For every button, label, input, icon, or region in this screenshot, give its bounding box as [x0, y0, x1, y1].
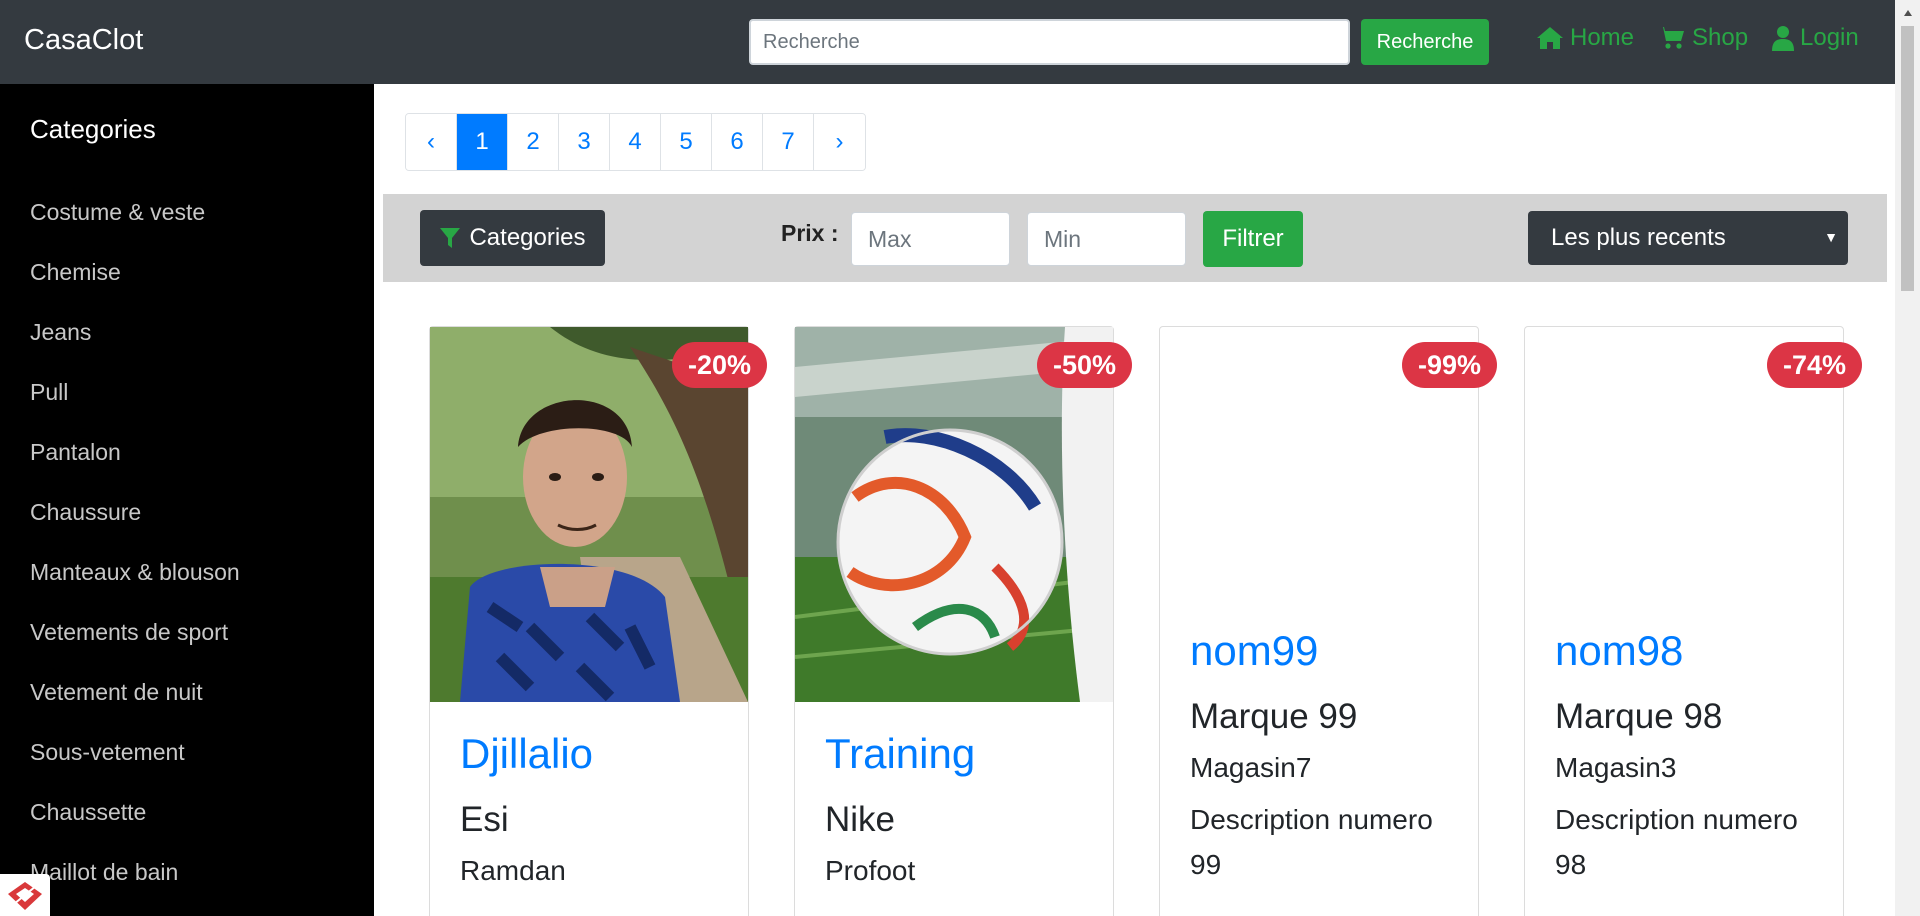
categories-filter-button[interactable]: Categories: [420, 210, 605, 266]
discount-badge: -50%: [1037, 342, 1133, 388]
nav-link-login[interactable]: Login: [1772, 24, 1859, 52]
product-brand: Nike: [825, 800, 896, 839]
search-input[interactable]: [749, 19, 1350, 65]
category-list: Costume & veste Chemise Jeans Pull Panta…: [30, 198, 240, 916]
sidebar-item-maillot-bain[interactable]: Maillot de bain: [30, 858, 240, 916]
filter-button[interactable]: Filtrer: [1203, 211, 1303, 267]
sidebar: Categories Costume & veste Chemise Jeans…: [0, 84, 374, 916]
discount-badge: -74%: [1767, 342, 1863, 388]
product-card[interactable]: -99% nom99 Marque 99 Magasin7 Descriptio…: [1159, 326, 1498, 916]
pagination-page-7[interactable]: 7: [763, 114, 814, 170]
product-card[interactable]: -50% Training Nike Profoot: [794, 326, 1133, 916]
pagination: ‹ 1 2 3 4 5 6 7 ›: [405, 113, 866, 171]
scroll-up-arrow-icon[interactable]: [1895, 0, 1920, 25]
pagination-page-2[interactable]: 2: [508, 114, 559, 170]
sidebar-item-chaussure[interactable]: Chaussure: [30, 498, 240, 558]
product-brand: Esi: [460, 800, 509, 839]
search-button[interactable]: Recherche: [1361, 19, 1489, 65]
pagination-page-1[interactable]: 1: [457, 114, 508, 170]
sidebar-title: Categories: [30, 114, 156, 144]
sidebar-item-sous-vetement[interactable]: Sous-vetement: [30, 738, 240, 798]
product-card[interactable]: -20% Djillalio Esi Ramdan: [429, 326, 768, 916]
scrollbar-thumb[interactable]: [1901, 26, 1914, 291]
sidebar-item-chaussette[interactable]: Chaussette: [30, 798, 240, 858]
product-card[interactable]: -74% nom98 Marque 98 Magasin3 Descriptio…: [1524, 326, 1863, 916]
sidebar-item-pantalon[interactable]: Pantalon: [30, 438, 240, 498]
nav-link-home-label: Home: [1570, 24, 1635, 51]
nav-link-shop-label: Shop: [1692, 24, 1749, 51]
product-brand: Marque 99: [1190, 697, 1358, 736]
product-store: Magasin7: [1190, 752, 1312, 783]
pagination-page-4[interactable]: 4: [610, 114, 661, 170]
page-scrollbar[interactable]: [1895, 0, 1920, 916]
nav-link-shop[interactable]: Shop: [1658, 24, 1748, 52]
nav-link-login-label: Login: [1800, 24, 1859, 51]
sidebar-item-vetement-nuit[interactable]: Vetement de nuit: [30, 678, 240, 738]
sidebar-item-chemise[interactable]: Chemise: [30, 258, 240, 318]
discount-badge: -20%: [672, 342, 768, 388]
sort-selected-value: Les plus recents: [1551, 224, 1726, 251]
sidebar-item-pull[interactable]: Pull: [30, 378, 240, 438]
product-description: Description numero 99: [1190, 804, 1433, 880]
product-name[interactable]: nom99: [1190, 627, 1318, 675]
discount-badge: -99%: [1402, 342, 1498, 388]
sidebar-item-jeans[interactable]: Jeans: [30, 318, 240, 378]
sidebar-item-manteaux-blouson[interactable]: Manteaux & blouson: [30, 558, 240, 618]
extension-icon[interactable]: [0, 874, 50, 916]
cart-icon: [1659, 27, 1684, 49]
pagination-next[interactable]: ›: [814, 114, 865, 170]
filter-bar: Categories Prix : Filtrer Les plus recen…: [383, 194, 1887, 282]
product-store: Magasin3: [1555, 752, 1677, 783]
nav-link-home[interactable]: Home: [1536, 24, 1634, 52]
sort-select[interactable]: Les plus recents ▼: [1528, 211, 1848, 265]
pagination-page-3[interactable]: 3: [559, 114, 610, 170]
filter-icon: [440, 228, 461, 248]
pagination-prev[interactable]: ‹: [406, 114, 457, 170]
pagination-page-5[interactable]: 5: [661, 114, 712, 170]
product-name[interactable]: nom98: [1555, 627, 1683, 675]
price-min-input[interactable]: [1027, 212, 1186, 266]
user-icon: [1772, 26, 1794, 51]
product-name[interactable]: Training: [825, 730, 975, 778]
product-store: Profoot: [825, 855, 916, 886]
home-icon: [1537, 27, 1563, 49]
categories-filter-label: Categories: [469, 224, 586, 251]
pagination-page-6[interactable]: 6: [712, 114, 763, 170]
sidebar-item-vetements-sport[interactable]: Vetements de sport: [30, 618, 240, 678]
sidebar-item-costume-veste[interactable]: Costume & veste: [30, 198, 240, 258]
product-store: Ramdan: [460, 855, 566, 886]
caret-down-icon: ▼: [1824, 229, 1838, 245]
top-navbar: CasaClot Recherche Home Shop Login: [0, 0, 1895, 84]
product-description: Description numero 98: [1555, 804, 1798, 880]
price-max-input[interactable]: [851, 212, 1010, 266]
brand-logo[interactable]: CasaClot: [24, 24, 143, 57]
price-label: Prix :: [781, 220, 839, 246]
product-name[interactable]: Djillalio: [460, 730, 593, 778]
product-brand: Marque 98: [1555, 697, 1723, 736]
